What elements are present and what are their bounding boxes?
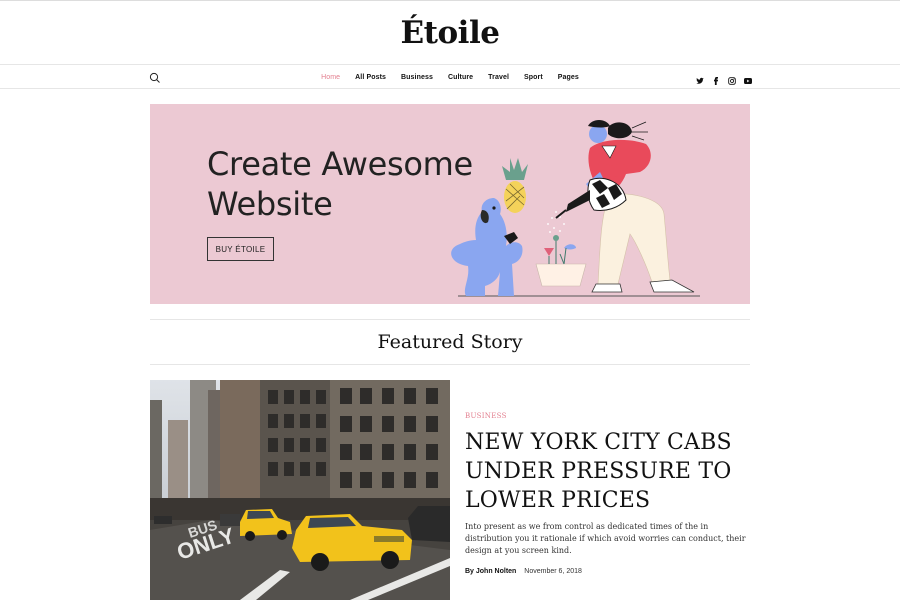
buy-etoile-button[interactable]: BUY ÉTOILE xyxy=(207,237,274,261)
youtube-icon[interactable] xyxy=(744,72,752,84)
article-headline[interactable]: NEW YORK CITY CABS UNDER PRESSURE TO LOW… xyxy=(465,428,755,515)
nav-menu: Home All Posts Business Culture Travel S… xyxy=(0,65,900,89)
site-header: Étoile xyxy=(0,0,900,65)
hero-illustration xyxy=(451,120,700,297)
plant-pot-illustration xyxy=(535,235,587,287)
site-logo[interactable]: Étoile xyxy=(0,15,900,51)
main-navbar: Home All Posts Business Culture Travel S… xyxy=(0,65,900,89)
article-meta: By John Nolten November 6, 2018 xyxy=(465,568,755,575)
article-author[interactable]: By John Nolten xyxy=(465,568,516,575)
nav-item-pages[interactable]: Pages xyxy=(558,74,579,81)
article-category[interactable]: BUSINESS xyxy=(465,412,507,420)
article-date: November 6, 2018 xyxy=(524,568,582,575)
instagram-icon[interactable] xyxy=(728,72,736,85)
nav-item-sport[interactable]: Sport xyxy=(524,74,543,81)
twitter-icon[interactable] xyxy=(696,72,704,84)
nav-item-home[interactable]: Home xyxy=(321,74,340,81)
dog-illustration xyxy=(451,198,523,296)
article-excerpt: Into present as we from control as dedic… xyxy=(465,522,746,555)
social-links xyxy=(696,72,752,85)
nav-item-travel[interactable]: Travel xyxy=(488,74,509,81)
nyc-street-photo: ONLY BUS xyxy=(150,380,450,600)
featured-article: BUSINESS NEW YORK CITY CABS UNDER PRESSU… xyxy=(465,380,755,575)
hero-banner: Create Awesome Website BUY ÉTOILE xyxy=(150,104,750,304)
article-image[interactable]: ONLY BUS xyxy=(150,380,450,600)
facebook-icon[interactable] xyxy=(712,72,720,85)
nav-item-business[interactable]: Business xyxy=(401,74,433,81)
nav-item-all-posts[interactable]: All Posts xyxy=(355,74,386,81)
pineapple-illustration xyxy=(502,158,528,213)
featured-section-header: Featured Story xyxy=(150,319,750,365)
nav-item-culture[interactable]: Culture xyxy=(448,74,473,81)
featured-heading: Featured Story xyxy=(377,331,523,353)
